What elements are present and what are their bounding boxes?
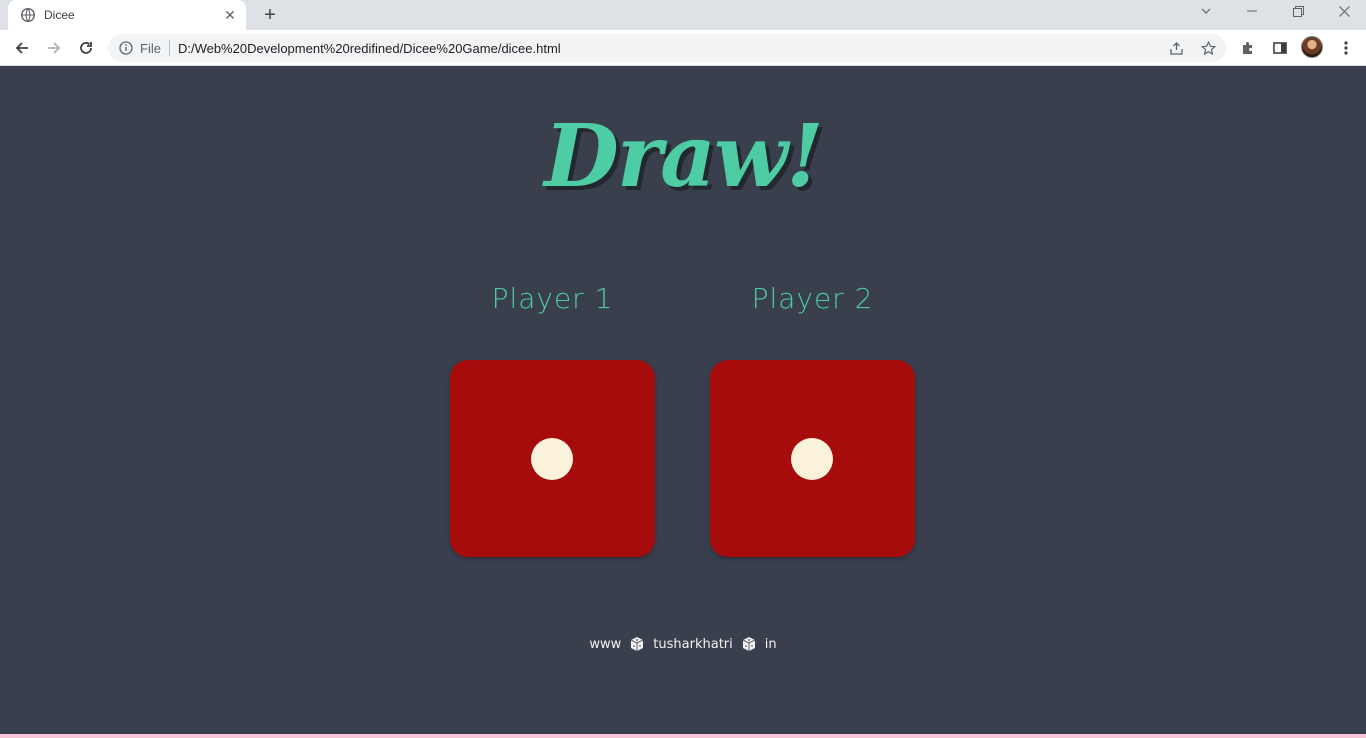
dice-icon [741,636,757,652]
reload-icon[interactable] [72,34,100,62]
share-icon[interactable] [1166,38,1186,58]
extensions-icon[interactable] [1234,34,1262,62]
footer-tld: in [764,636,777,652]
player-2-label: Player 2 [751,282,874,315]
die-pip [791,438,833,480]
browser-toolbar: File D:/Web%20Development%20redifined/Di… [0,30,1366,66]
player-1-die [450,360,655,557]
globe-icon [20,7,36,23]
forward-icon[interactable] [40,34,68,62]
tab-dicee[interactable]: Dicee ✕ [8,0,246,30]
player-1-label: Player 1 [491,282,614,315]
die-pip [531,438,573,480]
footer: www tusharkhatri in [0,636,1366,652]
address-separator [168,40,170,56]
minimize-icon[interactable] [1232,0,1272,22]
close-tab-icon[interactable]: ✕ [222,7,238,23]
tab-strip: Dicee ✕ + [0,0,1366,30]
bottom-strip [0,734,1366,738]
player-2-die [710,360,915,557]
scheme-label: File [140,40,161,56]
page-content: Draw! Player 1 Player 2 www tusharkhatri… [0,66,1366,734]
dice-icon [629,636,645,652]
new-tab-button[interactable]: + [258,3,282,27]
profile-avatar[interactable] [1301,36,1323,58]
tab-title: Dicee [44,8,75,22]
address-bar[interactable]: File D:/Web%20Development%20redifined/Di… [108,34,1226,62]
url-text[interactable]: D:/Web%20Development%20redifined/Dicee%2… [178,41,561,56]
footer-name: tusharkhatri [653,636,733,652]
star-icon[interactable] [1198,38,1218,58]
back-icon[interactable] [8,34,36,62]
menu-icon[interactable] [1332,34,1360,62]
close-window-icon[interactable] [1324,0,1364,22]
result-title: Draw! [544,106,823,207]
sidepanel-icon[interactable] [1266,34,1294,62]
footer-www: www [589,636,622,652]
restore-icon[interactable] [1278,0,1318,22]
info-icon[interactable] [118,40,134,56]
tab-search-icon[interactable] [1186,0,1226,22]
